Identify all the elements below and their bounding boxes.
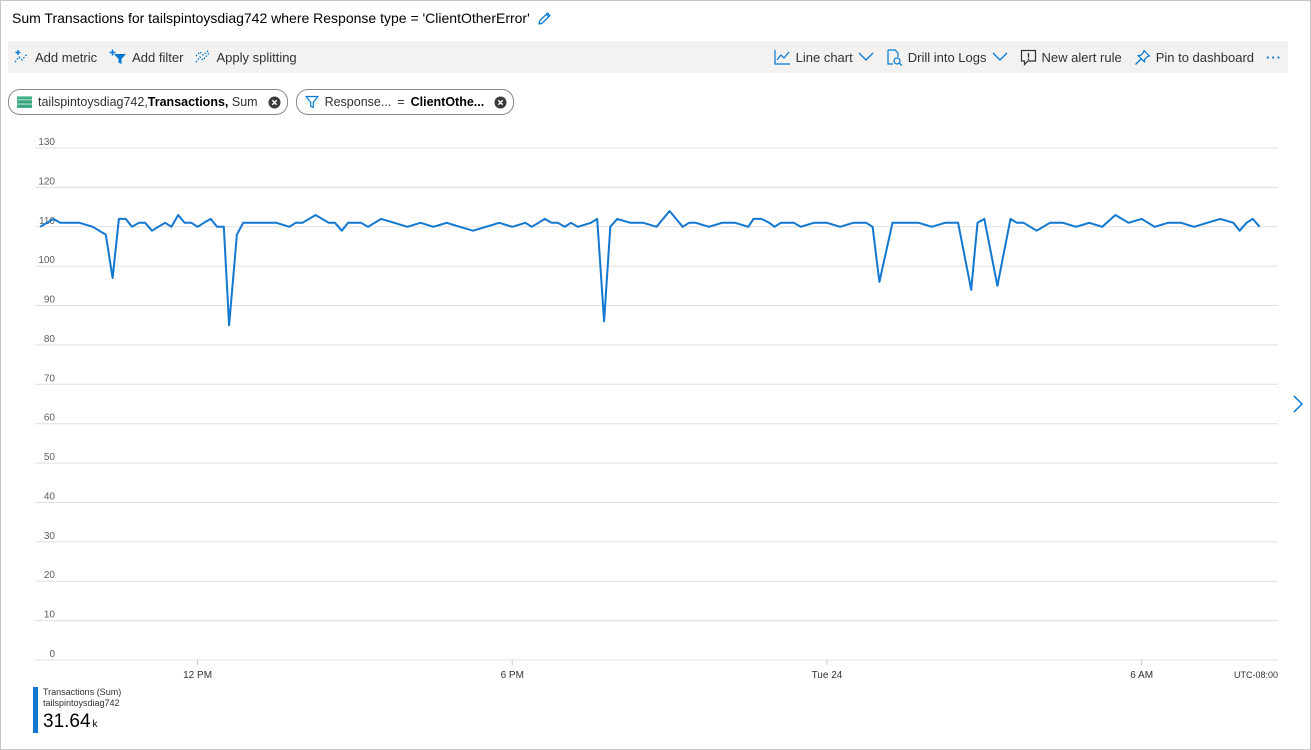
timezone-label: UTC-08:00 xyxy=(1234,670,1278,680)
line-chart-dropdown[interactable]: Line chart xyxy=(768,41,880,73)
y-tick-label: 0 xyxy=(49,649,55,660)
line-chart-label: Line chart xyxy=(795,49,853,65)
line-chart-icon xyxy=(774,49,791,65)
new-alert-rule-button[interactable]: New alert rule xyxy=(1014,41,1128,73)
filter-operator: = xyxy=(397,95,405,109)
y-tick-label: 70 xyxy=(44,373,56,384)
y-tick-label: 130 xyxy=(38,137,55,148)
x-tick-label: 12 PM xyxy=(183,670,212,681)
chart-title: Sum Transactions for tailspintoysdiag742… xyxy=(12,10,530,26)
y-tick-label: 50 xyxy=(44,452,56,463)
metric-pills: tailspintoysdiag742,Transactions, Sum Re… xyxy=(8,89,515,115)
add-metric-icon xyxy=(14,49,30,65)
y-tick-label: 40 xyxy=(44,491,56,502)
remove-metric-icon[interactable] xyxy=(268,96,281,109)
pin-to-dashboard-button[interactable]: Pin to dashboard xyxy=(1128,41,1260,73)
series-line xyxy=(39,210,1261,327)
toolbar: Add metric Add filter Apply splitting Li… xyxy=(8,41,1288,73)
pencil-icon[interactable] xyxy=(536,10,553,27)
drill-into-logs-dropdown[interactable]: Drill into Logs xyxy=(880,41,1014,73)
y-tick-label: 90 xyxy=(44,295,56,306)
add-metric-label: Add metric xyxy=(35,49,98,65)
metric-resource: tailspintoysdiag742, xyxy=(38,95,148,109)
y-tick-label: 10 xyxy=(44,610,56,621)
apply-splitting-button[interactable]: Apply splitting xyxy=(189,41,302,73)
add-filter-button[interactable]: Add filter xyxy=(103,41,189,73)
splitting-icon xyxy=(195,49,211,65)
x-tick-label: 6 PM xyxy=(501,670,524,681)
logs-icon xyxy=(886,48,903,66)
drill-into-logs-label: Drill into Logs xyxy=(907,49,987,65)
y-tick-label: 60 xyxy=(44,413,56,424)
alert-icon xyxy=(1020,49,1037,66)
legend-total-unit: k xyxy=(92,719,98,730)
new-alert-rule-label: New alert rule xyxy=(1041,49,1122,65)
chevron-down-icon xyxy=(858,52,874,62)
add-metric-button[interactable]: Add metric xyxy=(8,41,103,73)
more-icon: ··· xyxy=(1266,49,1282,65)
pin-to-dashboard-label: Pin to dashboard xyxy=(1155,49,1254,65)
metric-aggregation: Sum xyxy=(231,95,258,109)
chevron-down-icon xyxy=(992,52,1008,62)
toolbar-right: Line chart Drill into Logs New alert rul… xyxy=(768,41,1288,73)
legend-text: Transactions (Sum) tailspintoysdiag742 3… xyxy=(43,687,121,733)
legend-total-value: 31.64 xyxy=(43,711,91,732)
filter-pill[interactable]: Response... = ClientOthe... xyxy=(295,89,515,115)
y-tick-label: 80 xyxy=(44,334,56,345)
filter-value: ClientOthe... xyxy=(410,95,485,109)
legend[interactable]: Transactions (Sum) tailspintoysdiag742 3… xyxy=(33,687,121,733)
legend-color-swatch xyxy=(33,687,38,733)
legend-series-name: Transactions (Sum) xyxy=(43,687,122,697)
more-options-button[interactable]: ··· xyxy=(1260,41,1288,73)
remove-filter-icon[interactable] xyxy=(494,96,507,109)
add-filter-icon xyxy=(109,49,127,65)
y-tick-label: 30 xyxy=(44,531,56,542)
legend-resource: tailspintoysdiag742 xyxy=(43,698,120,708)
y-tick-label: 100 xyxy=(38,255,55,266)
y-tick-label: 20 xyxy=(44,570,56,581)
line-chart[interactable]: 010203040506070809010011012013012 PM 6 PM… xyxy=(0,130,1311,690)
metric-name: Transactions, xyxy=(147,95,229,109)
legend-total: 31.64 k xyxy=(43,711,121,733)
add-filter-label: Add filter xyxy=(132,49,184,65)
y-tick-label: 120 xyxy=(38,176,55,187)
pin-icon xyxy=(1134,49,1151,66)
x-tick-label: Tue 24 xyxy=(812,670,843,681)
filter-icon xyxy=(304,95,319,109)
x-tick-label: 6 AM xyxy=(1130,670,1153,681)
metric-pill[interactable]: tailspintoysdiag742,Transactions, Sum xyxy=(8,89,288,115)
storage-icon xyxy=(17,96,32,108)
toolbar-left: Add metric Add filter Apply splitting xyxy=(8,41,303,73)
chevron-right-icon[interactable] xyxy=(1292,394,1304,419)
apply-splitting-label: Apply splitting xyxy=(216,49,297,65)
title-row: Sum Transactions for tailspintoysdiag742… xyxy=(12,8,553,28)
filter-key: Response... xyxy=(324,95,392,109)
